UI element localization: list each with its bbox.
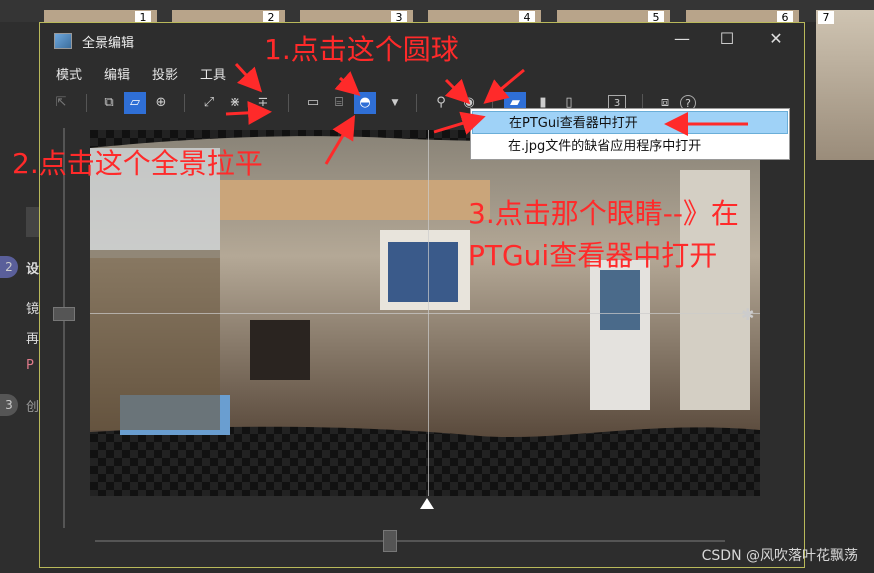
arrow-to-eye [444,78,471,105]
arrow-to-sphere [334,71,361,96]
arrow-to-menu [433,111,486,135]
csdn-watermark: CSDN @风吹落叶花飘荡 [701,548,858,564]
annotation-arrows [225,62,748,165]
arrow-to-flatten [234,62,263,93]
arrow-to-eye-2 [483,68,525,104]
arrow-to-flatten-2 [225,100,272,125]
arrow-to-sphere-2 [324,114,356,165]
